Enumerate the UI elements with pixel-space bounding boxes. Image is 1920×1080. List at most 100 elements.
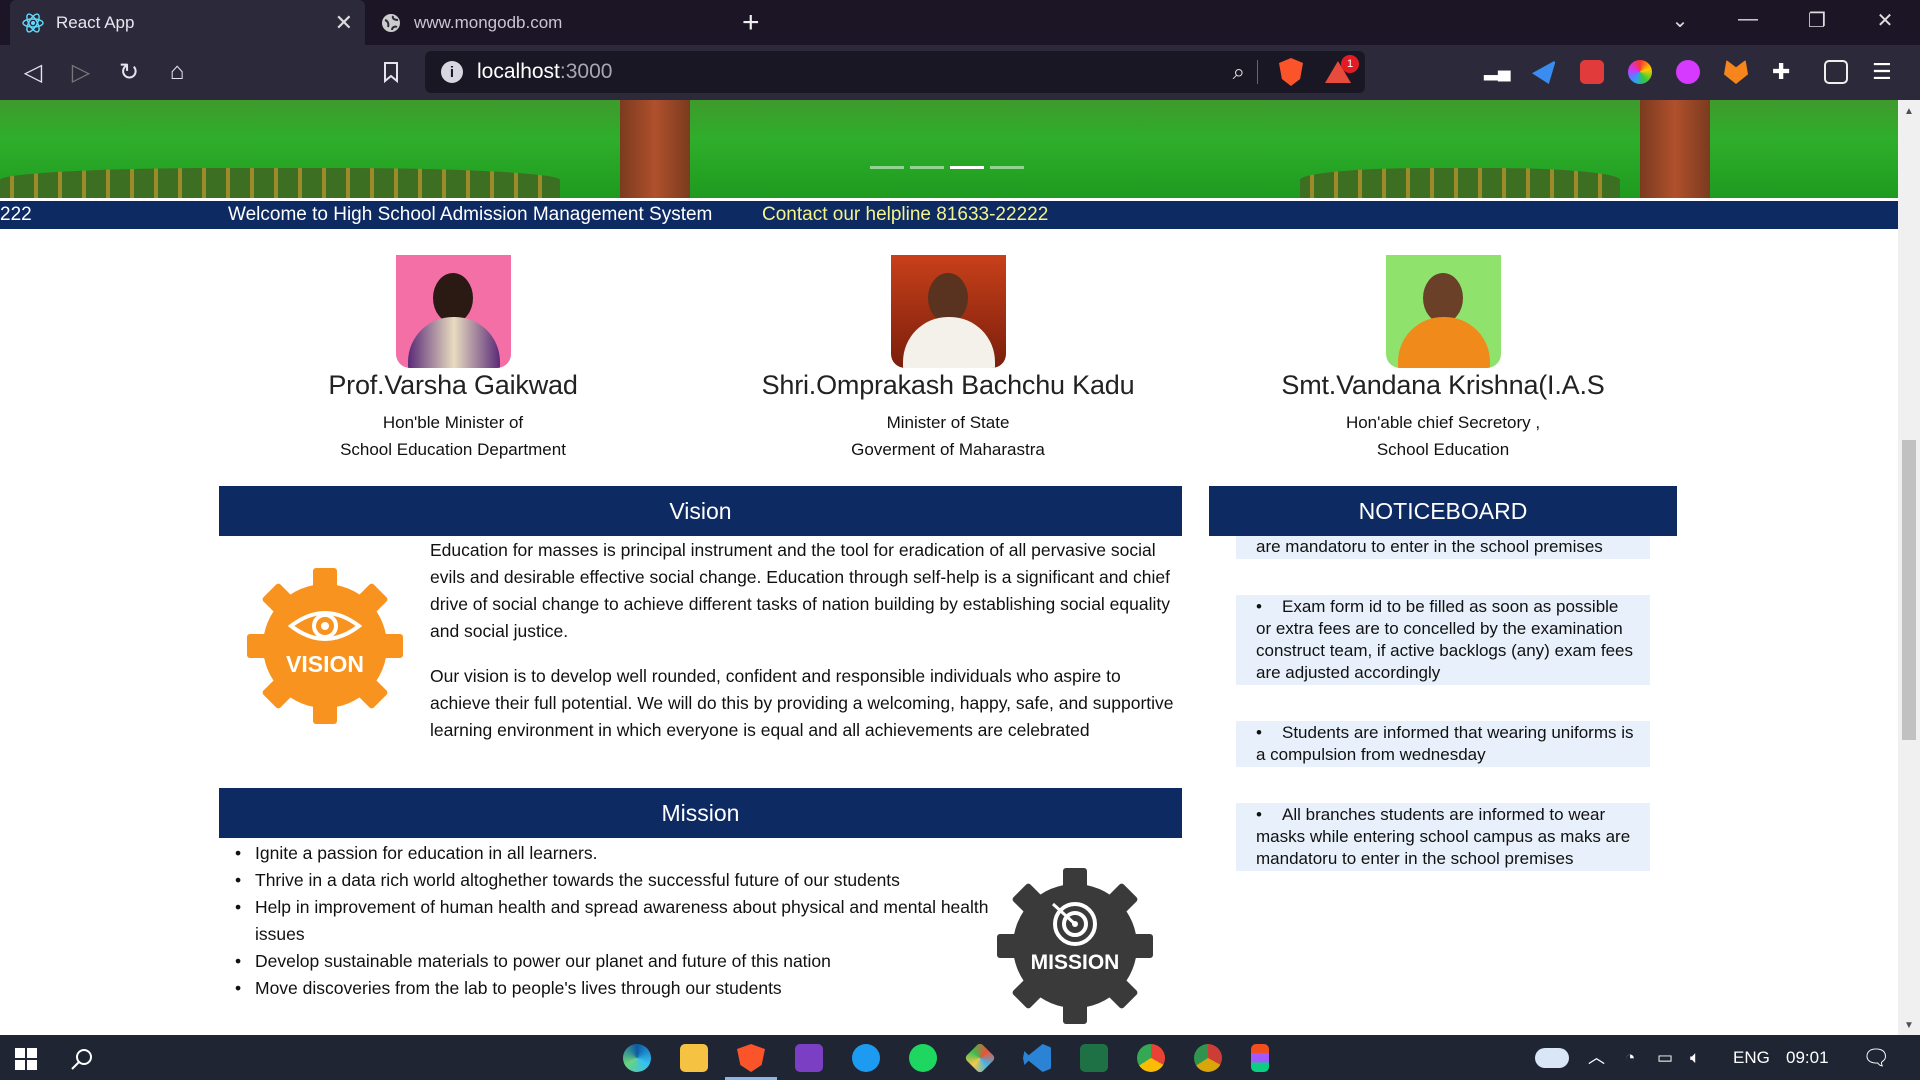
leader-role: Minister of State Goverment of Maharastr… [708, 409, 1188, 463]
list-item: Develop sustainable materials to power o… [235, 948, 995, 975]
vision-paragraph: Education for masses is principal instru… [430, 540, 1170, 641]
onedrive-cloud-icon[interactable] [1535, 1048, 1569, 1068]
bookmark-icon[interactable] [374, 55, 408, 89]
browser-titlebar: React App ✕ www.mongodb.com + ⌄ — ❐ ✕ [0, 0, 1920, 45]
signal-bars-extension-icon[interactable]: ▂▄ [1484, 60, 1511, 84]
clock[interactable]: 09:01 [1786, 1035, 1829, 1080]
leader-card: Shri.Omprakash Bachchu Kadu Minister of … [708, 255, 1188, 463]
site-info-icon[interactable]: i [441, 61, 463, 83]
brave-shields-icon[interactable] [1279, 58, 1303, 86]
tab-title: React App [56, 12, 135, 32]
search-icon[interactable] [70, 1047, 94, 1071]
figma-icon[interactable] [1251, 1044, 1269, 1072]
list-item: Thrive in a data rich world altoghether … [235, 867, 995, 894]
tab-list-chevron-icon[interactable]: ⌄ [1665, 8, 1695, 33]
windows-taskbar: ︿ ◔ ▭ 🔈︎ ENG 09:01 🗨︎ [0, 1035, 1920, 1080]
reload-button[interactable]: ↻ [112, 55, 146, 89]
new-tab-button[interactable]: + [742, 6, 760, 40]
extensions-puzzle-icon[interactable]: ✚ [1772, 60, 1796, 84]
marquee-helpline: Contact our helpline 81633-22222 [762, 204, 1049, 225]
mission-list: Ignite a passion for education in all le… [235, 840, 995, 1002]
chrome-profile-icon[interactable] [1194, 1044, 1222, 1072]
chat-extension-icon[interactable] [1676, 60, 1700, 84]
react-icon [22, 12, 44, 34]
notice-text: are mandatoru to enter in the school pre… [1256, 537, 1603, 556]
leader-card: Prof.Varsha Gaikwad Hon'ble Minister of … [213, 255, 693, 463]
leader-role-line: Goverment of Maharastra [851, 440, 1045, 459]
noticeboard-scroll[interactable]: are mandatoru to enter in the school pre… [1236, 536, 1650, 948]
restore-button[interactable]: ❐ [1802, 8, 1832, 33]
file-explorer-icon[interactable] [680, 1044, 708, 1072]
mission-gear-icon [997, 868, 1153, 1024]
marquee-fragment: 222 [0, 204, 32, 225]
leader-name: Prof.Varsha Gaikwad [328, 370, 578, 400]
spotify-icon[interactable] [909, 1044, 937, 1072]
home-button[interactable]: ⌂ [160, 55, 194, 89]
divider [1257, 60, 1258, 84]
volume-icon[interactable]: 🔈︎ [1690, 1035, 1700, 1080]
browser-toolbar: ◁ ▷ ↻ ⌂ i localhost:3000 ⌕ 1 ▂▄ ✚ ☰ [0, 45, 1920, 100]
close-tab-icon[interactable]: ✕ [335, 10, 353, 36]
marquee-welcome: Welcome to High School Admission Managem… [228, 204, 713, 225]
url-host: localhost [477, 60, 560, 83]
metamask-extension-icon[interactable] [1724, 60, 1748, 84]
leader-name: Smt.Vandana Krishna(I.A.S [1281, 370, 1605, 400]
address-bar[interactable]: i localhost:3000 ⌕ 1 [425, 51, 1365, 93]
carousel-dot[interactable] [870, 166, 904, 169]
tree-trunk-image [620, 100, 690, 198]
wifi-icon[interactable]: ◔ [1625, 1035, 1635, 1080]
garden-bed-image [0, 168, 560, 198]
git-tool-icon[interactable] [964, 1042, 996, 1074]
minimize-button[interactable]: — [1733, 8, 1763, 31]
notice-item: • Exam form id to be filled as soon as p… [1236, 595, 1650, 685]
scroll-up-arrow-icon[interactable]: ▲ [1898, 106, 1920, 117]
battery-icon[interactable]: ▭ [1657, 1035, 1673, 1080]
color-picker-extension-icon[interactable] [1628, 60, 1652, 84]
twitter-icon[interactable] [852, 1044, 880, 1072]
carousel-indicators [870, 166, 1024, 169]
leader-card: Smt.Vandana Krishna(I.A.S Hon'able chief… [1203, 255, 1683, 463]
edge-icon[interactable] [623, 1044, 651, 1072]
forward-button[interactable]: ▷ [64, 55, 98, 89]
vision-badge-label: VISION [286, 651, 364, 677]
vision-gear-icon [247, 568, 403, 724]
announcement-marquee: 222 Welcome to High School Admission Man… [0, 201, 1898, 229]
list-item: Move discoveries from the lab to people'… [235, 975, 995, 1002]
leader-role-line: Hon'ble Minister of [382, 413, 524, 432]
vision-paragraph: Our vision is to develop well rounded, c… [430, 666, 1174, 740]
vision-text: Education for masses is principal instru… [430, 537, 1178, 744]
carousel-dot-active[interactable] [950, 166, 984, 169]
grid-extension-icon[interactable] [1580, 60, 1604, 84]
back-button[interactable]: ◁ [16, 55, 50, 89]
scroll-thumb[interactable] [1902, 440, 1916, 740]
leader-photo [890, 255, 1006, 368]
window-close-button[interactable]: ✕ [1870, 8, 1900, 33]
leader-role-line: School Education Department [340, 440, 566, 459]
list-item: Ignite a passion for education in all le… [235, 840, 995, 867]
leader-role-line: Minister of State [886, 413, 1010, 432]
telegram-extension-icon[interactable] [1532, 60, 1556, 84]
scroll-down-arrow-icon[interactable]: ▼ [1898, 1020, 1920, 1031]
notice-text: All branches students are informed to we… [1256, 805, 1631, 868]
wallet-icon[interactable] [1824, 60, 1848, 84]
notifications-icon[interactable]: 🗨︎ [1862, 1035, 1890, 1080]
tab-react-app[interactable]: React App ✕ [10, 0, 365, 45]
chrome-icon[interactable] [1137, 1044, 1165, 1072]
brave-browser-icon[interactable] [737, 1044, 765, 1072]
carousel-dot[interactable] [910, 166, 944, 169]
vscode-icon[interactable] [1023, 1044, 1051, 1072]
leader-role: Hon'ble Minister of School Education Dep… [213, 409, 693, 463]
onenote-icon[interactable] [795, 1044, 823, 1072]
tab-mongodb[interactable]: www.mongodb.com [370, 0, 725, 45]
leader-role: Hon'able chief Secretory , School Educat… [1203, 409, 1683, 463]
menu-icon[interactable]: ☰ [1872, 60, 1896, 84]
excel-icon[interactable] [1080, 1044, 1108, 1072]
language-indicator[interactable]: ENG [1733, 1035, 1770, 1080]
windows-start-icon[interactable] [15, 1048, 37, 1070]
list-item: Help in improvement of human health and … [235, 894, 995, 948]
zoom-icon[interactable]: ⌕ [1233, 59, 1245, 85]
carousel-dot[interactable] [990, 166, 1024, 169]
chevron-up-icon[interactable]: ︿ [1588, 1035, 1605, 1080]
page-scrollbar[interactable]: ▲ ▼ [1898, 100, 1920, 1035]
url-port: :3000 [559, 60, 613, 83]
